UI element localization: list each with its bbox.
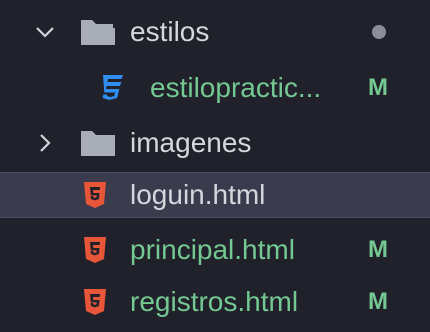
chevron-right-icon[interactable] (34, 132, 56, 154)
tree-item-label: loguin.html (130, 179, 266, 210)
tree-item-folder-estilos[interactable]: estilos (0, 6, 430, 58)
tree-item-file-principal-html[interactable]: principal.html M (0, 224, 430, 276)
css-file-icon (98, 71, 128, 105)
tree-item-label: principal.html (130, 234, 295, 265)
tree-item-label: estilos (130, 16, 210, 47)
tree-item-file-registros-html[interactable]: registros.html M (0, 276, 430, 328)
chevron-down-icon[interactable] (34, 21, 56, 43)
html-file-icon (80, 233, 110, 267)
git-modified-badge: M (368, 74, 388, 101)
tree-item-label: registros.html (130, 286, 299, 317)
git-modified-badge: M (368, 236, 388, 263)
folder-open-icon (78, 15, 118, 49)
file-explorer-tree: estilos estilopractic... M imagenes logu… (0, 0, 430, 332)
modified-dot-indicator (372, 25, 386, 39)
tree-item-folder-imagenes[interactable]: imagenes (0, 117, 430, 169)
tree-item-label: imagenes (130, 127, 252, 158)
folder-icon (78, 126, 118, 160)
tree-item-file-estilopractica[interactable]: estilopractic... M (0, 62, 430, 114)
git-modified-badge: M (368, 288, 388, 315)
tree-item-file-loguin-html[interactable]: loguin.html (0, 172, 430, 218)
html-file-icon (80, 178, 110, 212)
html-file-icon (80, 285, 110, 319)
tree-item-label: estilopractic... (150, 72, 322, 103)
